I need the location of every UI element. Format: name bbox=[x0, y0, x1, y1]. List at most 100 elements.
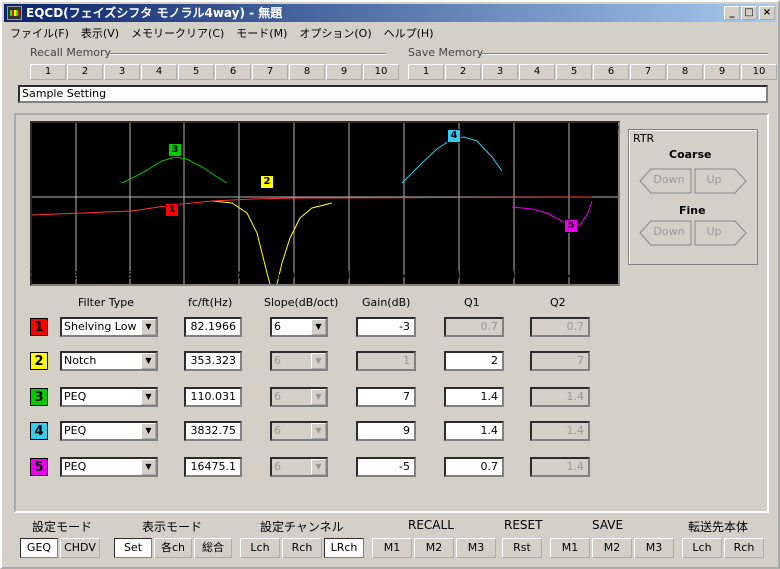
q2-input-1: 0.7 bbox=[530, 317, 590, 337]
dropdown-arrow-icon: ▼ bbox=[311, 423, 326, 439]
save-memory-button-8[interactable]: 8 bbox=[667, 64, 703, 80]
fine-down-button[interactable]: Down bbox=[649, 221, 689, 245]
save-memory-button-2[interactable]: 2 bbox=[445, 64, 481, 80]
save-button-1[interactable]: M2 bbox=[592, 538, 632, 558]
recall-memory-button-8[interactable]: 8 bbox=[289, 64, 325, 80]
filter-badge-3: 3 bbox=[30, 388, 48, 406]
recall-memory-button-10[interactable]: 10 bbox=[363, 64, 399, 80]
curve-marker-4[interactable]: 4 bbox=[447, 129, 461, 143]
recall-memory-button-2[interactable]: 2 bbox=[67, 64, 103, 80]
x-axis-label-2: 62.5 bbox=[108, 269, 133, 282]
display_mode-button-0[interactable]: Set bbox=[114, 538, 152, 558]
save-memory-button-7[interactable]: 7 bbox=[630, 64, 666, 80]
setting-name-input[interactable]: Sample Setting bbox=[18, 85, 768, 103]
filter-type-value: PEQ bbox=[64, 460, 87, 473]
gain-input-1[interactable]: -3 bbox=[356, 317, 416, 337]
dropdown-arrow-icon: ▼ bbox=[141, 353, 156, 369]
q1-input-2[interactable]: 2 bbox=[444, 351, 504, 371]
maximize-button[interactable]: □ bbox=[741, 6, 757, 20]
display_mode-button-1[interactable]: 各ch bbox=[154, 538, 192, 558]
gain-input-4[interactable]: 9 bbox=[356, 421, 416, 441]
reset-button-0[interactable]: Rst bbox=[502, 538, 542, 558]
slope-select-1[interactable]: 6 ▼ bbox=[270, 317, 328, 337]
menu-item-5[interactable]: ヘルプ(H) bbox=[378, 23, 440, 41]
menu-item-2[interactable]: メモリークリア(C) bbox=[125, 23, 230, 41]
save-memory-button-10[interactable]: 10 bbox=[741, 64, 777, 80]
freq-input-5[interactable]: 16475.1 bbox=[184, 457, 242, 477]
save-memory-divider bbox=[482, 53, 768, 55]
channel-button-1[interactable]: Rch bbox=[282, 538, 322, 558]
setting_mode-button-0[interactable]: GEQ bbox=[20, 538, 58, 558]
channel-label: 設定チャンネル bbox=[260, 520, 344, 534]
close-button[interactable]: × bbox=[759, 6, 775, 20]
menu-item-1[interactable]: 表示(V) bbox=[75, 23, 125, 41]
fine-up-button[interactable]: Up bbox=[697, 221, 731, 245]
recall-memory-button-5[interactable]: 5 bbox=[178, 64, 214, 80]
gain-input-3[interactable]: 7 bbox=[356, 387, 416, 407]
recall-label: RECALL bbox=[408, 518, 454, 532]
menu-item-4[interactable]: オプション(O) bbox=[293, 23, 377, 41]
curve-marker-5[interactable]: 5 bbox=[564, 219, 578, 233]
save-memory-button-3[interactable]: 3 bbox=[482, 64, 518, 80]
freq-input-2[interactable]: 353.323 bbox=[184, 351, 242, 371]
eq-panel: 1 2 3 4 5 +10 -10 20 31.25 62.5 125 250 500 1k… bbox=[14, 113, 769, 513]
channel-button-2[interactable]: LRch bbox=[324, 538, 364, 558]
curve-marker-3[interactable]: 3 bbox=[168, 143, 182, 157]
filter-type-select-3[interactable]: PEQ ▼ bbox=[60, 387, 158, 407]
x-axis-label-11: 20k bbox=[582, 269, 603, 282]
recall-memory-button-7[interactable]: 7 bbox=[252, 64, 288, 80]
save-button-2[interactable]: M3 bbox=[634, 538, 674, 558]
dropdown-arrow-icon: ▼ bbox=[311, 459, 326, 475]
q1-input-4[interactable]: 1.4 bbox=[444, 421, 504, 441]
freq-input-3[interactable]: 110.031 bbox=[184, 387, 242, 407]
menu-item-3[interactable]: モード(M) bbox=[230, 23, 293, 41]
q1-input-3[interactable]: 1.4 bbox=[444, 387, 504, 407]
filter-type-select-5[interactable]: PEQ ▼ bbox=[60, 457, 158, 477]
display_mode-button-2[interactable]: 総合 bbox=[194, 538, 232, 558]
recall-memory-button-3[interactable]: 3 bbox=[104, 64, 140, 80]
minimize-button[interactable]: _ bbox=[724, 6, 740, 20]
curve-marker-2[interactable]: 2 bbox=[260, 175, 274, 189]
save-memory-button-9[interactable]: 9 bbox=[704, 64, 740, 80]
gain-header: Gain(dB) bbox=[362, 296, 411, 309]
q2-input-3: 1.4 bbox=[530, 387, 590, 407]
save-memory-button-5[interactable]: 5 bbox=[556, 64, 592, 80]
freq-input-4[interactable]: 3832.75 bbox=[184, 421, 242, 441]
gain-input-5[interactable]: -5 bbox=[356, 457, 416, 477]
save-memory-button-4[interactable]: 4 bbox=[519, 64, 555, 80]
save-memory-button-6[interactable]: 6 bbox=[593, 64, 629, 80]
channel-button-0[interactable]: Lch bbox=[240, 538, 280, 558]
target-button-1[interactable]: Rch bbox=[724, 538, 764, 558]
target-button-0[interactable]: Lch bbox=[682, 538, 722, 558]
recall-memory-button-4[interactable]: 4 bbox=[141, 64, 177, 80]
dropdown-arrow-icon: ▼ bbox=[141, 389, 156, 405]
menu-item-0[interactable]: ファイル(F) bbox=[4, 23, 75, 41]
q2-input-2: 7 bbox=[530, 351, 590, 371]
recall-memory-button-6[interactable]: 6 bbox=[215, 64, 251, 80]
coarse-up-button[interactable]: Up bbox=[697, 169, 731, 193]
coarse-down-button[interactable]: Down bbox=[649, 169, 689, 193]
filter-type-select-1[interactable]: Shelving Low ▼ bbox=[60, 317, 158, 337]
x-axis-label-6: 1k bbox=[340, 269, 354, 282]
curve-marker-1[interactable]: 1 bbox=[165, 203, 179, 217]
q1-input-5[interactable]: 0.7 bbox=[444, 457, 504, 477]
recall-memory-button-9[interactable]: 9 bbox=[326, 64, 362, 80]
save-button-0[interactable]: M1 bbox=[550, 538, 590, 558]
filter-badge-1: 1 bbox=[30, 318, 48, 336]
filter-type-select-4[interactable]: PEQ ▼ bbox=[60, 421, 158, 441]
filter-type-select-2[interactable]: Notch ▼ bbox=[60, 351, 158, 371]
q1-header: Q1 bbox=[464, 296, 480, 309]
slope-select-5: 6 ▼ bbox=[270, 457, 328, 477]
recall-button-0[interactable]: M1 bbox=[372, 538, 412, 558]
filter-type-value: PEQ bbox=[64, 424, 87, 437]
recall-button-2[interactable]: M3 bbox=[456, 538, 496, 558]
freq-input-1[interactable]: 82.1966 bbox=[184, 317, 242, 337]
gain-input-2: 1 bbox=[356, 351, 416, 371]
recall-memory-button-1[interactable]: 1 bbox=[30, 64, 66, 80]
setting_mode-button-1[interactable]: CHDV bbox=[60, 538, 100, 558]
recall-button-1[interactable]: M2 bbox=[414, 538, 454, 558]
filter-type-value: Shelving Low bbox=[64, 320, 137, 333]
save-memory-button-1[interactable]: 1 bbox=[408, 64, 444, 80]
setting_mode-label: 設定モード bbox=[32, 520, 93, 534]
dropdown-arrow-icon: ▼ bbox=[141, 319, 156, 335]
